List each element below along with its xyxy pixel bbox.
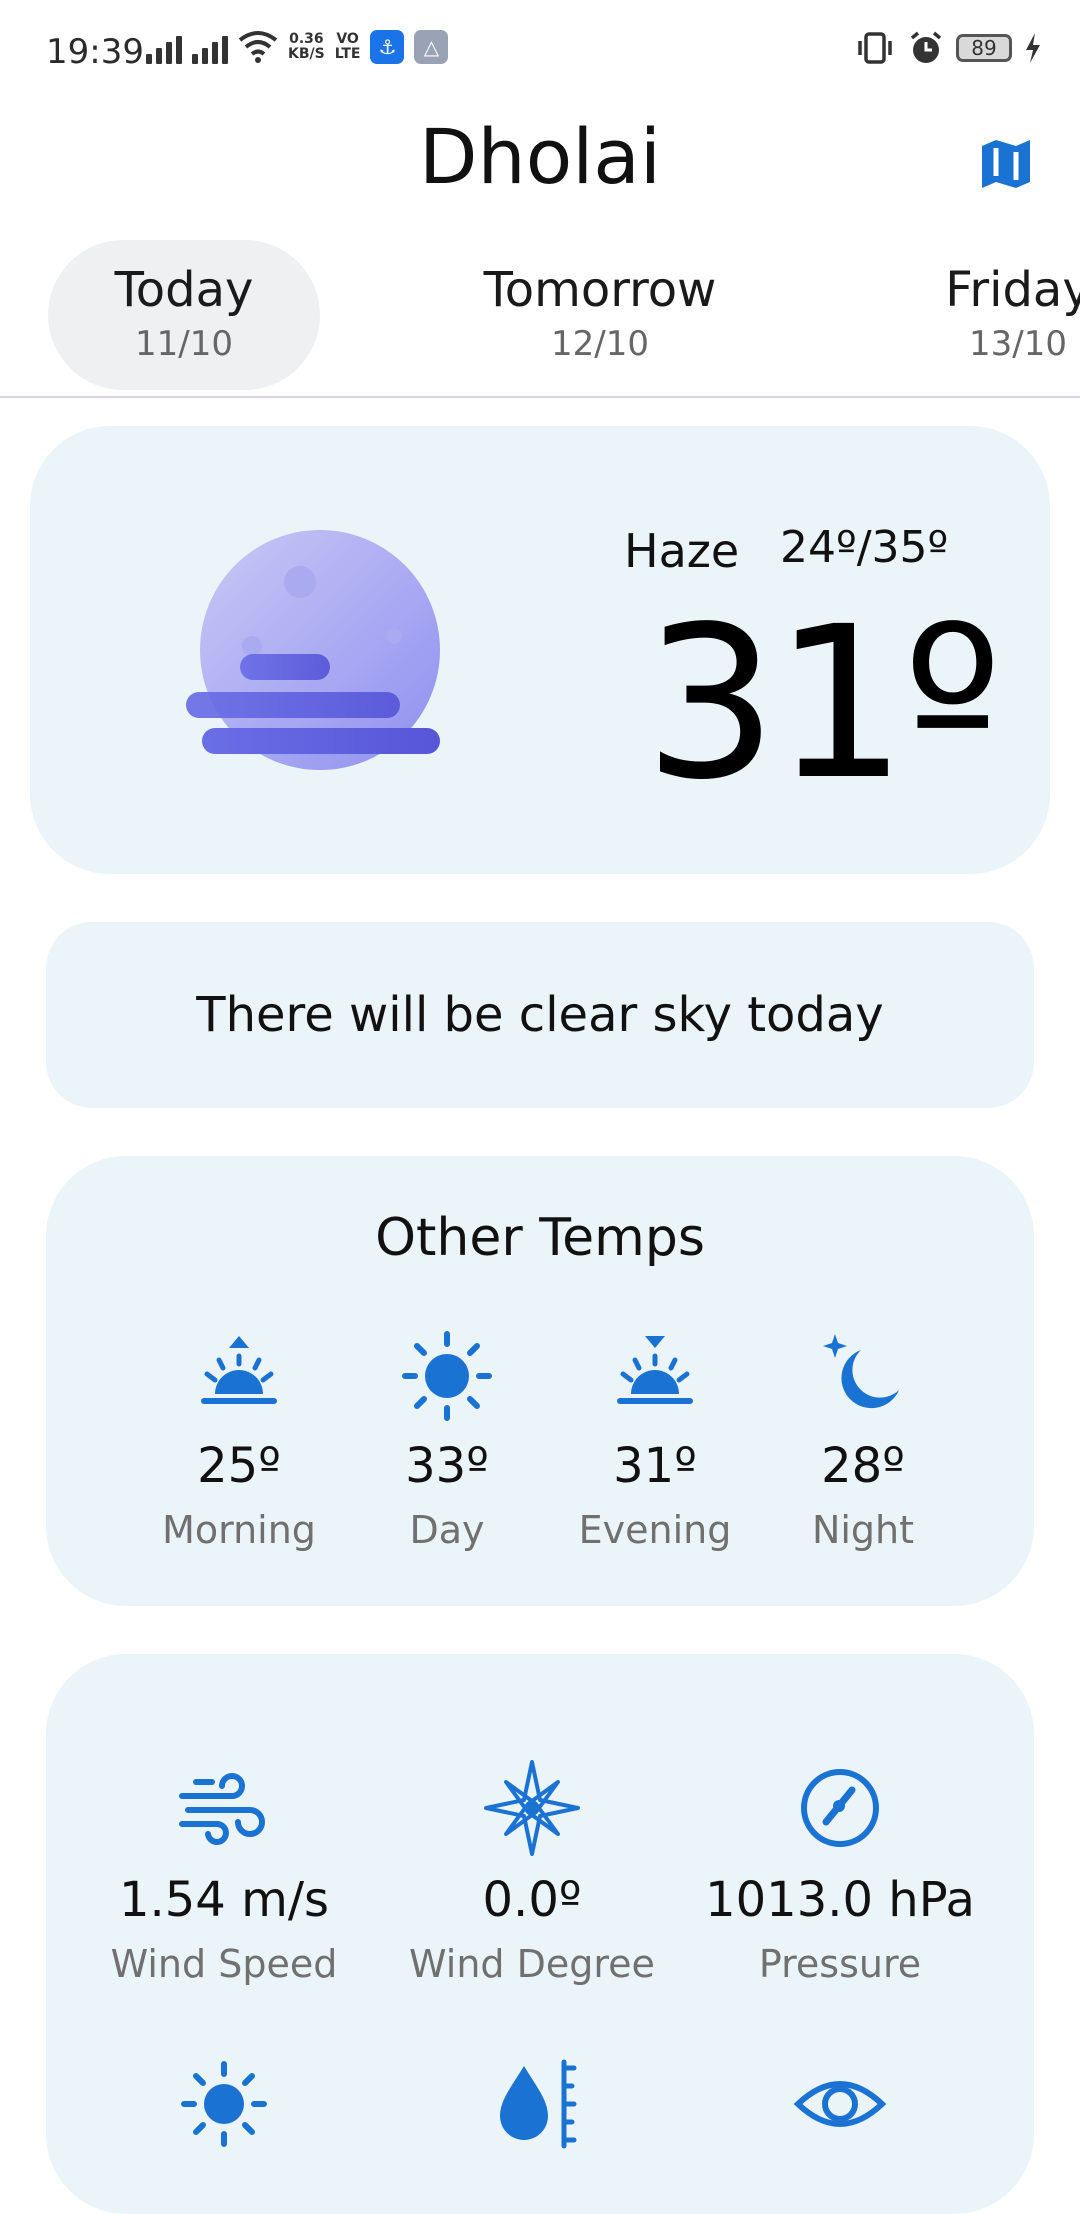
uv-item — [64, 2056, 384, 2156]
temp-value: 31º — [613, 1438, 697, 1494]
humidity-item — [372, 2056, 692, 2156]
temp-label: Day — [409, 1508, 485, 1552]
net-speed: 0.36 KB/S — [288, 31, 325, 62]
moon-star-icon — [823, 1334, 899, 1409]
tab-label: Today — [114, 262, 254, 318]
detail-value: 0.0º — [482, 1872, 582, 1928]
temp-day: 33º Day — [352, 1328, 542, 1552]
current-temperature: 31º — [644, 581, 1002, 826]
haze-moon-icon — [186, 530, 440, 770]
gauge-icon — [801, 1769, 879, 1847]
charging-icon — [1026, 33, 1040, 63]
status-bar: 19:39 0.36 KB/S VO LTE ⚓ △ 89 — [0, 0, 1080, 110]
tab-date: 13/10 — [969, 324, 1067, 364]
temp-morning: 25º Morning — [144, 1328, 334, 1552]
current-weather-card: Haze 24º/35º 31º — [30, 426, 1050, 874]
temp-evening: 31º Evening — [560, 1328, 750, 1552]
vibrate-icon — [858, 32, 892, 64]
temp-label: Night — [811, 1508, 915, 1552]
min-max-temp: 24º/35º — [780, 522, 949, 573]
temp-value: 28º — [821, 1438, 905, 1494]
temp-value: 33º — [405, 1438, 489, 1494]
status-right-icons: 89 — [854, 30, 1042, 66]
signal-icon — [146, 30, 182, 64]
temp-night: 28º Night — [768, 1328, 958, 1552]
wind-icon — [179, 1773, 265, 1845]
humidity-drop-icon — [500, 2059, 577, 2149]
tab-date: 12/10 — [551, 324, 649, 364]
app-notification-icon: △ — [414, 30, 449, 64]
wind-degree-item: 0.0º Wind Degree — [372, 1760, 692, 1986]
alarm-icon — [910, 31, 942, 63]
sunset-icon — [617, 1336, 693, 1404]
wifi-icon — [238, 31, 278, 63]
detail-label: Pressure — [758, 1942, 922, 1986]
detail-label: Wind Degree — [409, 1942, 655, 1986]
page-title: Dholai — [419, 112, 661, 201]
volte-indicator: VO LTE — [334, 31, 361, 62]
tab-label: Tomorrow — [483, 262, 717, 318]
detail-value: 1013.0 hPa — [705, 1872, 975, 1928]
sun-icon — [402, 1331, 492, 1421]
sun-icon — [181, 2061, 267, 2147]
other-temps-card: Other Temps 25º Morning 33º Day 31º Even… — [46, 1156, 1034, 1606]
status-left-icons: 0.36 KB/S VO LTE ⚓ △ — [146, 30, 449, 64]
temp-value: 25º — [197, 1438, 281, 1494]
map-icon[interactable] — [978, 136, 1034, 192]
signal-icon — [192, 30, 228, 64]
weather-description: There will be clear sky today — [196, 987, 884, 1043]
pressure-item: 1013.0 hPa Pressure — [680, 1760, 1000, 1986]
detail-value: 1.54 m/s — [118, 1872, 330, 1928]
tab-date: 11/10 — [135, 324, 233, 364]
detail-label: Wind Speed — [110, 1942, 338, 1986]
other-temps-title: Other Temps — [375, 1208, 705, 1268]
condition-label: Haze — [624, 524, 740, 578]
tab-tomorrow[interactable]: Tomorrow 12/10 — [464, 240, 736, 390]
visibility-item — [680, 2056, 1000, 2156]
temp-label: Evening — [578, 1508, 732, 1552]
temp-label: Morning — [162, 1508, 316, 1552]
sunrise-icon — [201, 1336, 277, 1404]
usb-icon: ⚓ — [370, 30, 405, 64]
eye-icon — [793, 2081, 887, 2127]
details-card: 1.54 m/s Wind Speed 0.0º Wind Degree 101… — [46, 1654, 1034, 2214]
tab-today[interactable]: Today 11/10 — [48, 240, 320, 390]
compass-rose-icon — [484, 1760, 580, 1856]
tab-label: Friday — [945, 262, 1080, 318]
description-card: There will be clear sky today — [46, 922, 1034, 1108]
tab-friday[interactable]: Friday 13/10 — [882, 240, 1080, 390]
day-tabs: Today 11/10 Tomorrow 12/10 Friday 13/10 — [0, 240, 1080, 398]
battery-icon: 89 — [956, 34, 1012, 62]
status-time: 19:39 — [46, 32, 144, 72]
wind-speed-item: 1.54 m/s Wind Speed — [64, 1760, 384, 1986]
